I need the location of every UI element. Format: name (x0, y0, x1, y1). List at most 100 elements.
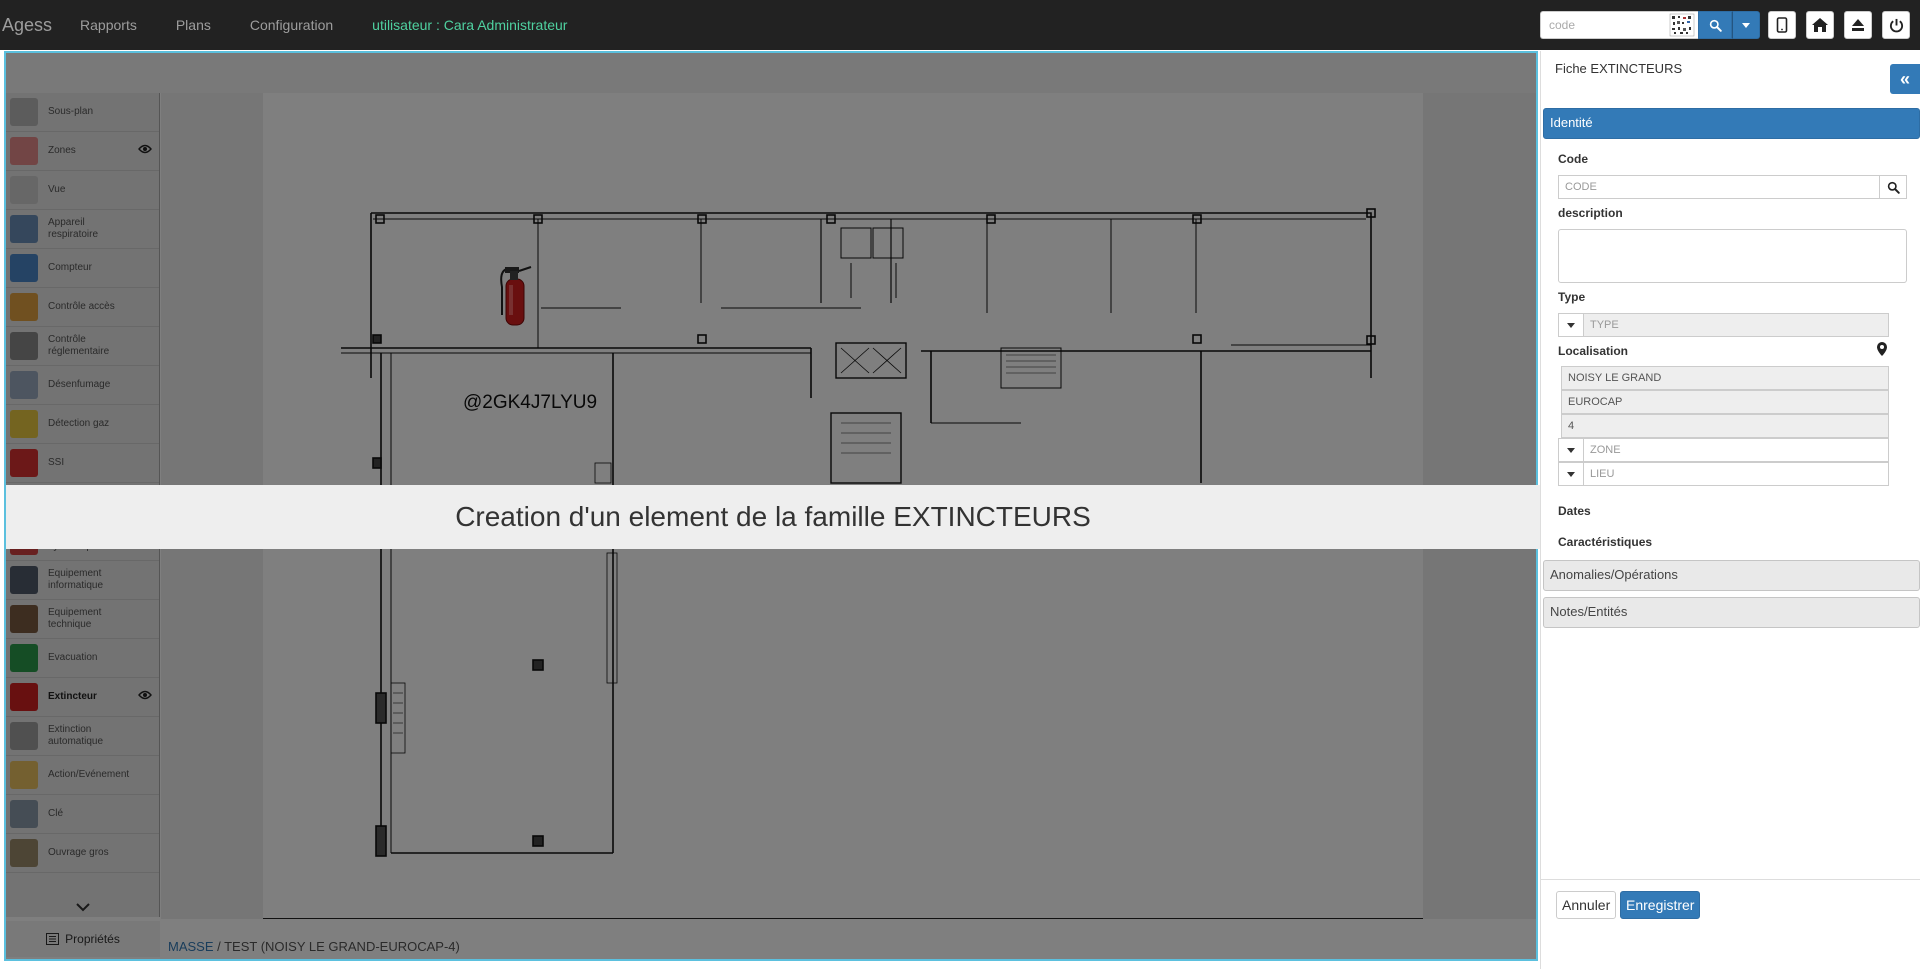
code-input[interactable]: CODE (1558, 175, 1880, 199)
layer-label: Clé (48, 808, 64, 819)
layer-thumbnail-icon (10, 215, 38, 243)
layer-item[interactable]: Appareil respiratoire (6, 210, 159, 249)
layer-item[interactable]: Contrôle réglementaire (6, 327, 159, 366)
brand-logo[interactable]: Agess (2, 15, 52, 36)
layer-label: Sous-plan (48, 106, 94, 117)
layer-thumbnail-icon (10, 800, 38, 828)
layer-item[interactable]: Contrôle accès (6, 288, 159, 327)
layer-item[interactable]: Vue (6, 171, 159, 210)
section-notes[interactable]: Notes/Entités (1543, 597, 1920, 628)
localisation-niveau: 4 (1561, 414, 1889, 438)
map-marker-icon[interactable] (1877, 342, 1887, 356)
layer-item[interactable]: Détection gaz (6, 405, 159, 444)
mobile-icon (1776, 17, 1788, 33)
localisation-label: Localisation (1558, 344, 1629, 358)
layer-label: Désenfumage (48, 379, 111, 390)
search-options-dropdown[interactable] (1732, 11, 1760, 39)
section-anomalies[interactable]: Anomalies/Opérations (1543, 560, 1920, 591)
layer-item[interactable]: Action/Evénement (6, 756, 159, 795)
layer-item[interactable]: Clé (6, 795, 159, 834)
caret-down-icon (1567, 471, 1575, 477)
layer-item[interactable]: Equipement technique (6, 600, 159, 639)
layer-label: Vue (48, 184, 66, 195)
scroll-down-button[interactable] (6, 897, 159, 917)
collapse-panel-button[interactable]: « (1890, 64, 1920, 94)
eye-icon[interactable] (138, 690, 152, 700)
layer-item[interactable]: Extinction automatique (6, 717, 159, 756)
layer-thumbnail-icon (10, 254, 38, 282)
qr-code-icon[interactable] (1666, 11, 1698, 39)
type-field[interactable]: TYPE (1583, 313, 1889, 337)
home-icon (1812, 18, 1828, 32)
section-identite[interactable]: Identité (1543, 108, 1920, 139)
layer-thumbnail-icon (10, 98, 38, 126)
layer-label: Evacuation (48, 652, 98, 663)
layer-thumbnail-icon (10, 176, 38, 204)
caret-down-icon (1567, 447, 1575, 453)
creation-banner: Creation d'un element de la famille EXTI… (6, 485, 1540, 549)
layer-item[interactable]: Désenfumage (6, 366, 159, 405)
mobile-button[interactable] (1768, 11, 1796, 39)
eject-icon (1852, 19, 1864, 31)
type-placeholder: TYPE (1590, 319, 1619, 331)
breadcrumb-masse-link[interactable]: MASSE (168, 939, 214, 954)
layer-item[interactable]: Sous-plan (6, 93, 159, 132)
save-button[interactable]: Enregistrer (1620, 891, 1701, 919)
layer-item[interactable]: Zones (6, 132, 159, 171)
plan-breadcrumb: MASSE / TEST (NOISY LE GRAND-EUROCAP-4) (168, 939, 460, 954)
layer-label: Ouvrage gros (48, 847, 109, 858)
layer-item[interactable]: SSI (6, 444, 159, 483)
properties-button[interactable]: Propriétés (6, 921, 160, 957)
eject-button[interactable] (1844, 11, 1872, 39)
localisation-batiment: EUROCAP (1561, 390, 1889, 414)
layer-label: Extincteur (48, 691, 97, 702)
code-placeholder: CODE (1565, 181, 1597, 193)
dates-subsection[interactable]: Dates (1558, 504, 1591, 518)
caret-down-icon (1742, 22, 1750, 28)
caracteristiques-subsection[interactable]: Caractéristiques (1558, 535, 1652, 549)
nav-plans[interactable]: Plans (176, 17, 211, 33)
double-chevron-left-icon: « (1899, 68, 1910, 89)
type-dropdown-button[interactable] (1558, 313, 1584, 337)
layer-item[interactable]: Compteur (6, 249, 159, 288)
lieu-dropdown-button[interactable] (1558, 462, 1584, 486)
eye-icon[interactable] (138, 144, 152, 154)
element-code-label: @2GK4J7LYU9 (463, 392, 598, 413)
home-button[interactable] (1806, 11, 1834, 39)
layer-thumbnail-icon (10, 722, 38, 750)
code-search-input[interactable] (1540, 11, 1666, 39)
search-icon (1709, 19, 1722, 32)
layer-label: Compteur (48, 262, 92, 273)
layer-thumbnail-icon (10, 449, 38, 477)
localisation-site: NOISY LE GRAND (1561, 366, 1889, 390)
layer-label: Contrôle réglementaire (48, 334, 110, 357)
layer-item[interactable]: Ouvrage gros (6, 834, 159, 873)
power-icon (1889, 18, 1903, 32)
nav-rapports[interactable]: Rapports (80, 17, 137, 33)
chevron-down-icon (76, 902, 90, 911)
description-textarea[interactable] (1558, 229, 1907, 283)
layer-label: SSI (48, 457, 65, 468)
nav-configuration[interactable]: Configuration (250, 17, 333, 33)
layer-item[interactable]: Equipement informatique (6, 561, 159, 600)
layer-item[interactable]: Extincteur (6, 678, 159, 717)
lieu-field[interactable]: LIEU (1583, 462, 1889, 486)
layer-item[interactable]: Evacuation (6, 639, 159, 678)
code-search-button[interactable] (1879, 175, 1907, 199)
layer-thumbnail-icon (10, 137, 38, 165)
layer-label: Equipement technique (48, 607, 102, 630)
power-button[interactable] (1882, 11, 1910, 39)
layer-label: Action/Evénement (48, 769, 130, 780)
caret-down-icon (1567, 322, 1575, 328)
search-button[interactable] (1698, 11, 1732, 39)
layer-thumbnail-icon (10, 605, 38, 633)
navbar-actions (1540, 0, 1920, 50)
cancel-button[interactable]: Annuler (1556, 891, 1617, 919)
layer-thumbnail-icon (10, 332, 38, 360)
extinguisher-marker-icon[interactable] (500, 266, 532, 326)
lieu-placeholder: LIEU (1590, 468, 1615, 480)
current-user[interactable]: utilisateur : Cara Administrateur (372, 17, 567, 33)
zone-dropdown-button[interactable] (1558, 438, 1584, 462)
zone-field[interactable]: ZONE (1583, 438, 1889, 462)
code-label: Code (1558, 152, 1588, 166)
